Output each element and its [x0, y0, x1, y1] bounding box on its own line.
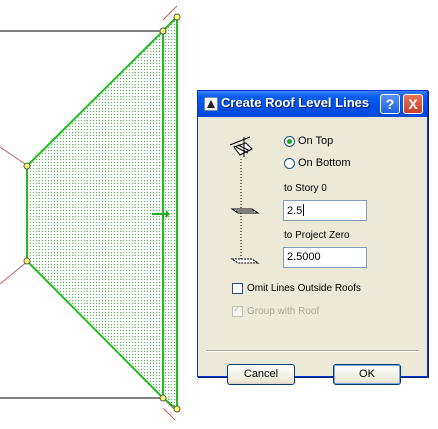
- app-icon: [204, 97, 218, 111]
- guide-line: [0, 260, 29, 285]
- ok-button[interactable]: OK: [333, 364, 401, 385]
- on-bottom-radio[interactable]: [284, 157, 295, 169]
- roof-node[interactable]: [159, 27, 167, 35]
- on-top-radio[interactable]: [284, 135, 295, 147]
- text-caret: [303, 204, 305, 216]
- group-with-roof-option: Group with Roof: [232, 304, 319, 318]
- roof-level-diagram-icon: [229, 136, 260, 264]
- dialog-title: Create Roof Level Lines: [221, 95, 370, 110]
- on-top-option[interactable]: On Top: [284, 133, 333, 149]
- guide-line: [0, 146, 29, 167]
- on-bottom-option[interactable]: On Bottom: [284, 155, 351, 171]
- roof-node[interactable]: [173, 405, 181, 413]
- dialog-title-bar[interactable]: Create Roof Level Lines ? X: [198, 91, 427, 117]
- group-with-roof-checkbox: [232, 304, 243, 317]
- on-bottom-label: On Bottom: [298, 157, 351, 169]
- story-label: to Story 0: [284, 183, 327, 194]
- help-button[interactable]: ?: [380, 94, 400, 114]
- dialog-body: On Top On Bottom to Story 0 2.5 to Proje…: [198, 117, 427, 385]
- project-zero-field[interactable]: 2.5000: [283, 247, 367, 268]
- omit-lines-checkbox[interactable]: [232, 282, 243, 294]
- story-field[interactable]: 2.5: [283, 200, 367, 221]
- roof-node[interactable]: [23, 162, 31, 170]
- guide-line: [162, 407, 176, 421]
- story-value: 2.5: [287, 205, 303, 217]
- project-zero-value: 2.5000: [287, 251, 321, 263]
- separator: [206, 350, 419, 352]
- omit-lines-option[interactable]: Omit Lines Outside Roofs: [232, 281, 361, 295]
- on-top-label: On Top: [298, 135, 334, 147]
- close-button[interactable]: X: [403, 94, 423, 114]
- roof-node[interactable]: [159, 394, 167, 402]
- create-roof-level-lines-dialog: Create Roof Level Lines ? X On Top On Bo…: [197, 90, 428, 385]
- project-zero-label: to Project Zero: [284, 230, 350, 241]
- roof-node[interactable]: [23, 257, 31, 265]
- omit-lines-label: Omit Lines Outside Roofs: [247, 282, 361, 294]
- cancel-button[interactable]: Cancel: [227, 364, 295, 385]
- roof-node[interactable]: [173, 13, 181, 21]
- group-with-roof-label: Group with Roof: [247, 305, 320, 317]
